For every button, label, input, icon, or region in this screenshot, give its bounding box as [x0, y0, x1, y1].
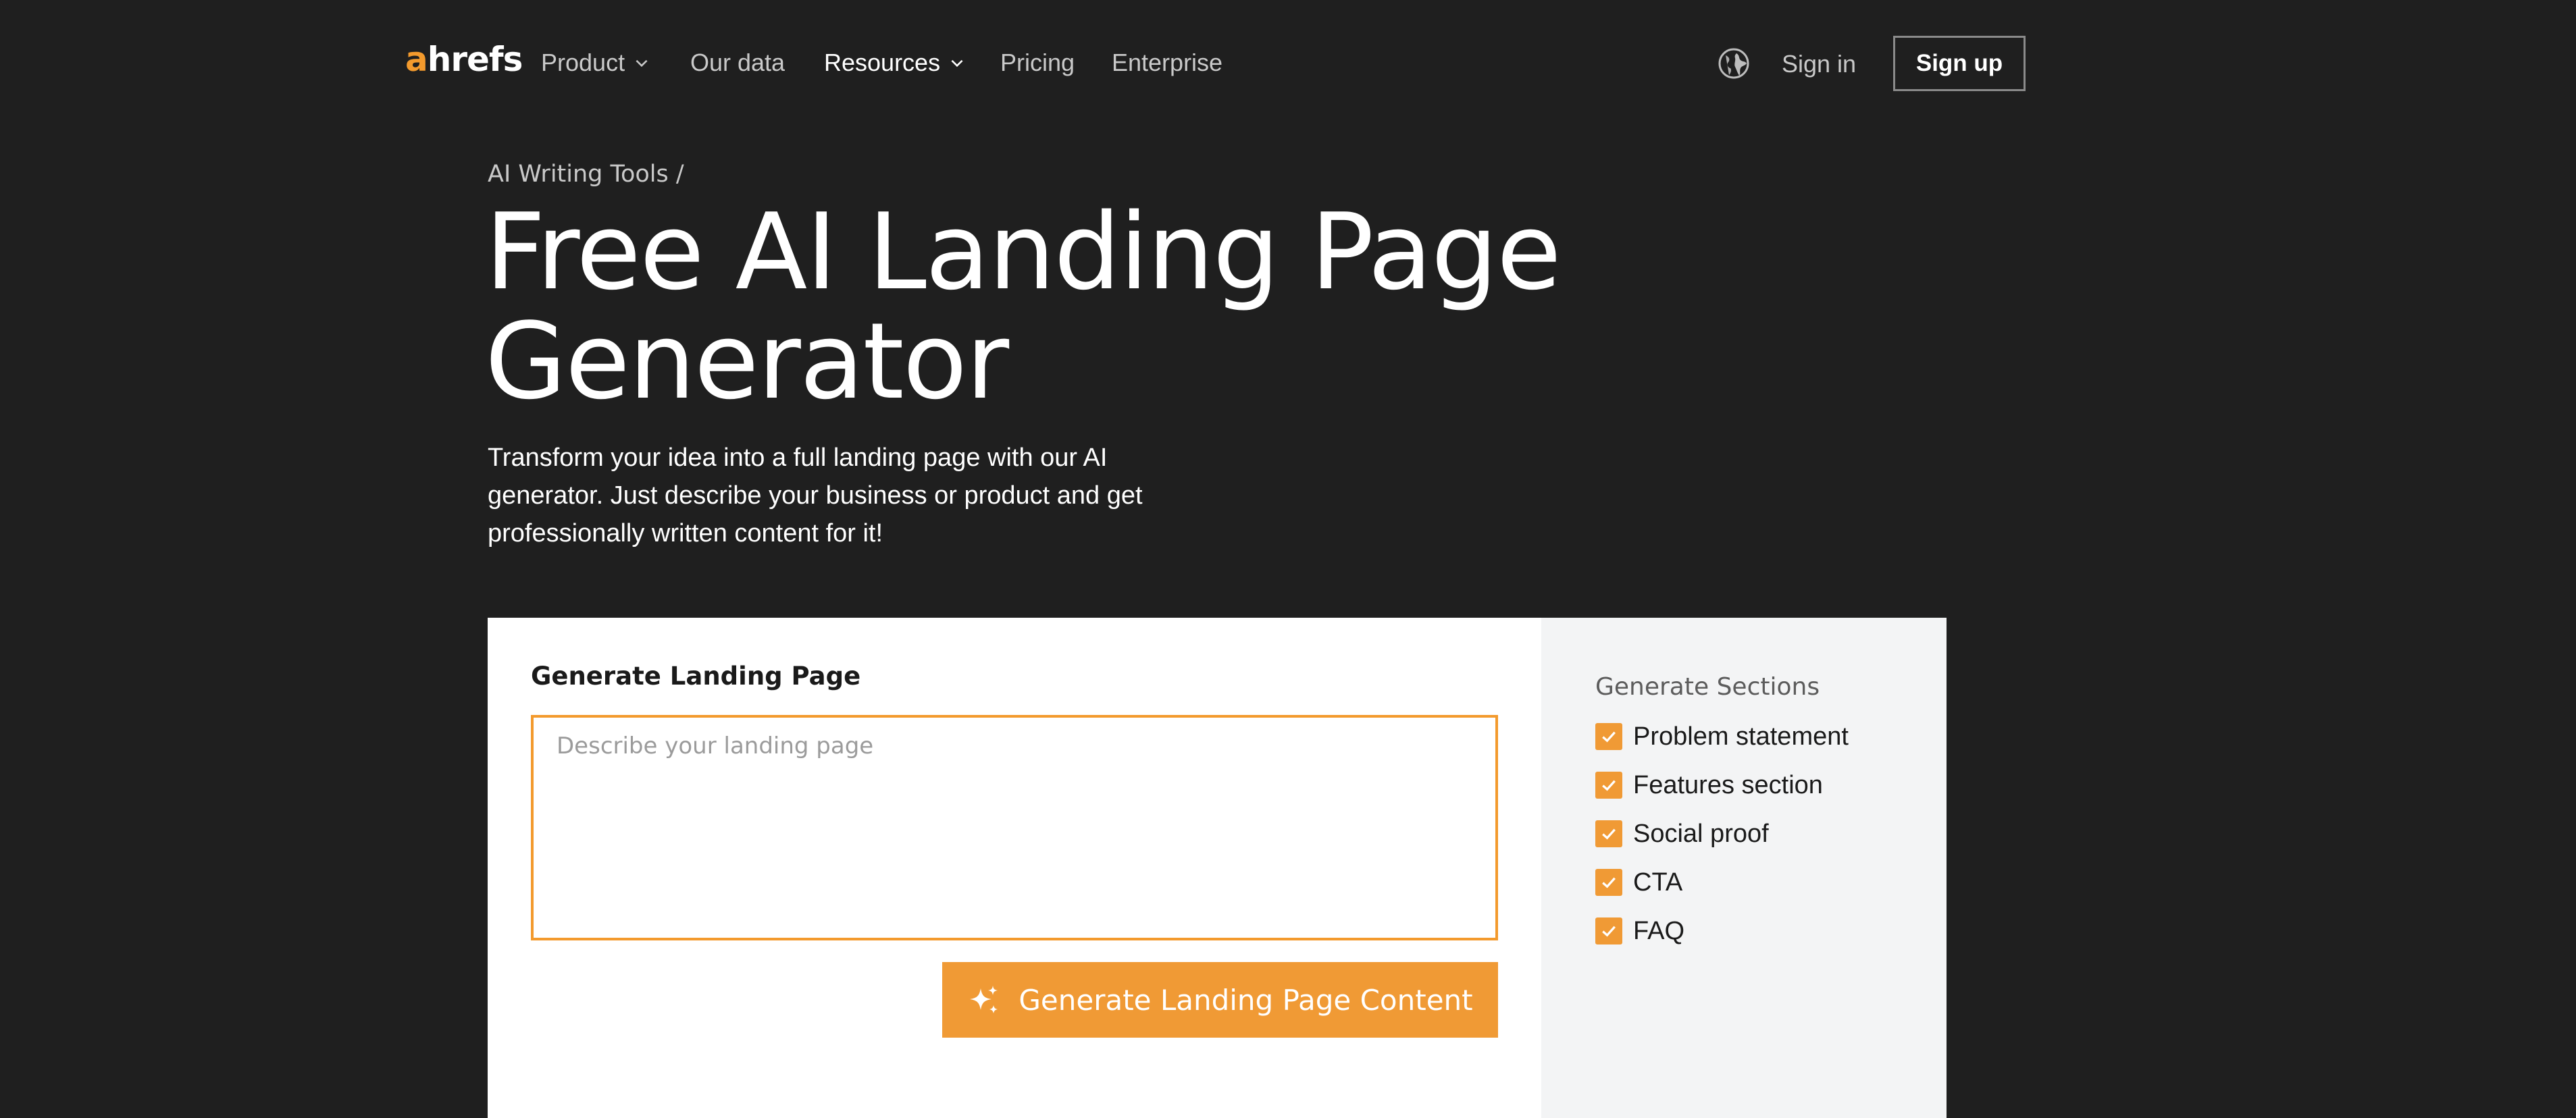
nav-item-label: Product — [541, 49, 625, 76]
globe-icon[interactable] — [1718, 47, 1750, 80]
checkbox[interactable] — [1595, 869, 1622, 896]
checkbox-label: Features section — [1633, 771, 1823, 799]
top-nav: ahrefs Product Our data Resources Pricin… — [0, 0, 2576, 128]
form-label: Generate Landing Page — [531, 662, 861, 691]
sections-panel: Generate Sections Problem statement Feat… — [1541, 618, 1947, 1118]
checkmark-icon — [1602, 926, 1616, 937]
sign-up-button[interactable]: Sign up — [1893, 36, 2026, 91]
page-title-line2: Generator — [485, 300, 1009, 423]
section-option-problem-statement[interactable]: Problem statement — [1595, 712, 1849, 761]
nav-item-product[interactable]: Product — [541, 46, 650, 80]
sparkle-icon — [970, 986, 998, 1013]
generator-form: Generate Landing Page Generate Landing P… — [488, 618, 1541, 1118]
section-option-features[interactable]: Features section — [1595, 761, 1849, 809]
checkbox[interactable] — [1595, 723, 1622, 750]
breadcrumb[interactable]: AI Writing Tools / — [488, 158, 684, 190]
section-option-faq[interactable]: FAQ — [1595, 907, 1849, 955]
sections-checklist: Problem statement Features section Socia… — [1595, 712, 1849, 955]
generate-button-label: Generate Landing Page Content — [1019, 983, 1473, 1017]
checkbox[interactable] — [1595, 820, 1622, 847]
generate-button[interactable]: Generate Landing Page Content — [942, 962, 1498, 1038]
nav-item-label: Our data — [690, 49, 785, 76]
checkbox-label: FAQ — [1633, 917, 1685, 945]
checkmark-icon — [1602, 731, 1616, 743]
checkmark-icon — [1602, 877, 1616, 888]
ahrefs-logo[interactable]: ahrefs — [405, 39, 523, 80]
nav-item-pricing[interactable]: Pricing — [1000, 46, 1075, 80]
chevron-down-icon — [951, 59, 963, 68]
checkbox[interactable] — [1595, 772, 1622, 799]
chevron-down-icon — [636, 59, 648, 68]
checkbox-label: Social proof — [1633, 820, 1769, 848]
landing-page-description-input[interactable] — [531, 715, 1498, 940]
nav-item-resources[interactable]: Resources — [824, 46, 966, 80]
page-description: Transform your idea into a full landing … — [488, 444, 1143, 548]
checkbox-label: CTA — [1633, 868, 1683, 897]
generator-card: Generate Landing Page Generate Landing P… — [488, 618, 1947, 1118]
checkbox[interactable] — [1595, 917, 1622, 944]
nav-item-enterprise[interactable]: Enterprise — [1112, 46, 1222, 80]
checkbox-label: Problem statement — [1633, 722, 1849, 751]
section-option-social-proof[interactable]: Social proof — [1595, 809, 1849, 858]
sections-label: Generate Sections — [1595, 673, 1820, 701]
nav-item-label: Enterprise — [1112, 49, 1223, 76]
page-title: Free AI Landing Page Generator — [485, 197, 1701, 416]
nav-item-label: Resources — [824, 49, 941, 76]
section-option-cta[interactable]: CTA — [1595, 858, 1849, 907]
checkmark-icon — [1602, 780, 1616, 791]
checkmark-icon — [1602, 828, 1616, 840]
sign-in-link[interactable]: Sign in — [1782, 47, 1856, 81]
nav-item-label: Pricing — [1000, 49, 1075, 76]
page-title-line1: Free AI Landing Page — [485, 190, 1562, 313]
nav-item-our-data[interactable]: Our data — [690, 46, 785, 80]
